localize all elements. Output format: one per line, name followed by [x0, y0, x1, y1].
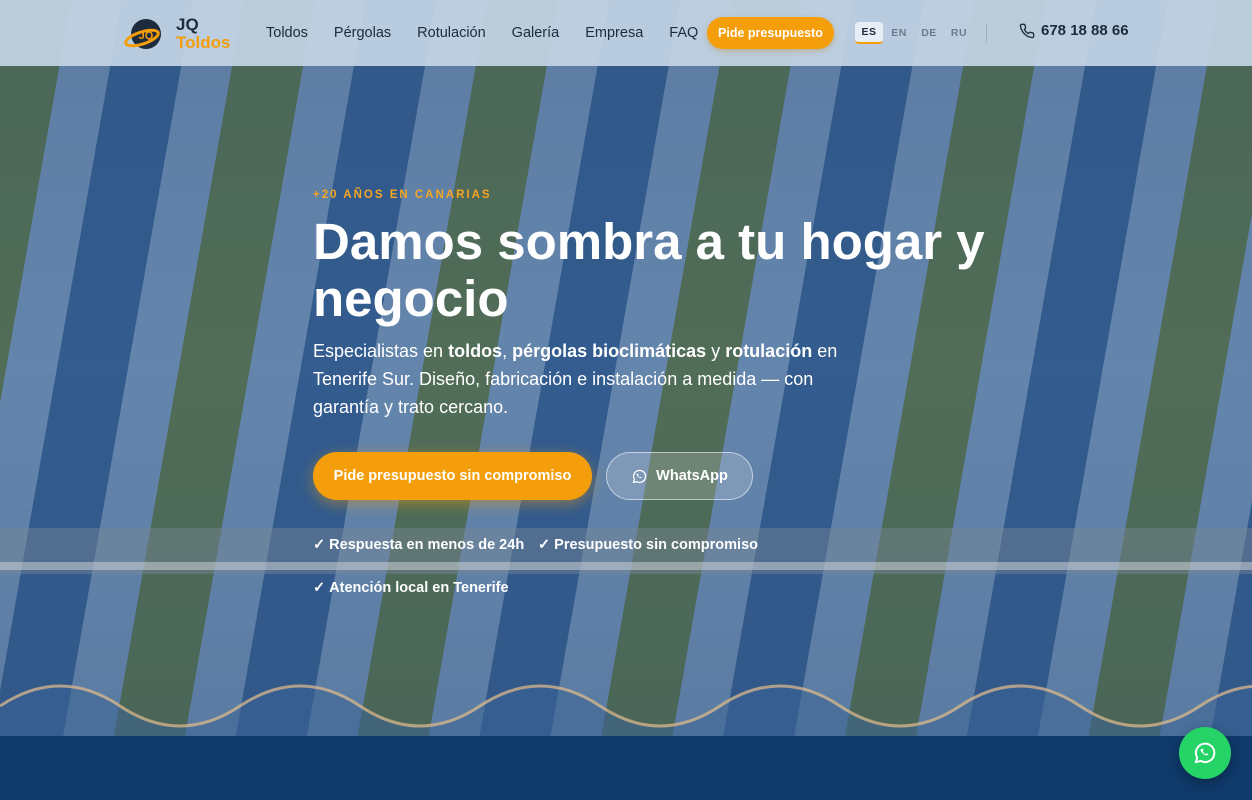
nav-item-faq[interactable]: FAQ [669, 25, 698, 41]
next-section-band [0, 736, 1252, 800]
nav-item-toldos[interactable]: Toldos [266, 25, 308, 41]
check-label: Respuesta en menos de 24h [329, 537, 525, 553]
check-item-local: ✓ Atención local en Tenerife [313, 580, 509, 596]
check-item-response: ✓ Respuesta en menos de 24h [313, 537, 524, 553]
nav-item-pergolas[interactable]: Pérgolas [334, 25, 391, 41]
check-icon: ✓ [313, 580, 326, 596]
check-icon: ✓ [538, 537, 551, 553]
logo-line2: Toldos [176, 33, 231, 52]
nav-item-empresa[interactable]: Empresa [585, 25, 643, 41]
subtitle-bold-pergolas: pérgolas bioclimáticas [512, 341, 707, 361]
lang-es[interactable]: ES [855, 22, 883, 44]
phone-icon [1019, 23, 1035, 38]
nav-item-rotulacion[interactable]: Rotulación [417, 25, 486, 41]
whatsapp-icon [1194, 742, 1216, 764]
subtitle-part: y [706, 341, 726, 361]
language-switcher: ES EN DE RU [855, 22, 975, 44]
subtitle-bold-rotulacion: rotulación [725, 341, 813, 361]
hero-eyebrow: +20 AÑOS EN CANARIAS [313, 189, 492, 201]
whatsapp-label: WhatsApp [656, 468, 728, 484]
header-divider [986, 24, 987, 42]
lang-ru[interactable]: RU [945, 22, 973, 44]
logo-text: JQ Toldos [176, 16, 230, 52]
svg-text:JQ: JQ [139, 30, 154, 42]
subtitle-part: Especialistas en [313, 341, 449, 361]
nav-item-galeria[interactable]: Galería [512, 25, 560, 41]
hero-subtitle: Especialistas en toldos, pérgolas biocli… [313, 337, 853, 421]
hero-awning-rail [0, 562, 1252, 570]
phone-number: 678 18 88 66 [1041, 22, 1129, 39]
hero-title: Damos sombra a tu hogar y negocio [313, 213, 985, 327]
hero-awning-waves [0, 684, 1252, 736]
check-label: Presupuesto sin compromiso [554, 537, 759, 553]
logo-line1: JQ [176, 15, 199, 34]
hero-whatsapp-button[interactable]: WhatsApp [606, 452, 753, 500]
site-header: JQ JQ Toldos Toldos Pérgolas Rotulación … [0, 0, 1252, 66]
logo-mark-icon: JQ [124, 19, 161, 49]
lang-en[interactable]: EN [885, 22, 913, 44]
logo[interactable]: JQ JQ Toldos [124, 14, 230, 54]
hero-quote-button[interactable]: Pide presupuesto sin compromiso [313, 452, 592, 500]
lang-de[interactable]: DE [915, 22, 943, 44]
check-item-quote: ✓ Presupuesto sin compromiso [538, 537, 758, 553]
phone-link[interactable]: 678 18 88 66 [1019, 22, 1129, 39]
check-label: Atención local en Tenerife [329, 580, 509, 596]
check-icon: ✓ [313, 537, 326, 553]
main-nav: Toldos Pérgolas Rotulación Galería Empre… [266, 0, 724, 66]
whatsapp-icon [632, 469, 647, 483]
subtitle-part: , [502, 341, 513, 361]
header-quote-button[interactable]: Pide presupuesto [707, 17, 834, 49]
whatsapp-floating-button[interactable] [1179, 727, 1231, 779]
subtitle-bold-toldos: toldos [448, 341, 503, 361]
